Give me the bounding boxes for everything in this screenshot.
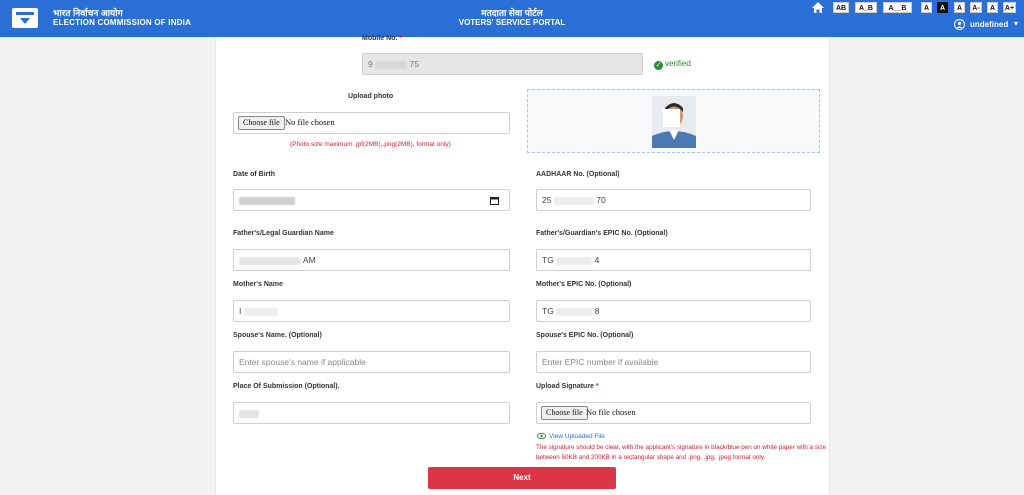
spouse-name-label: Spouse's Name. (Optional) <box>233 332 322 339</box>
mother-name-label: Mother's Name <box>233 281 283 288</box>
aadhaar-label: AADHAAR No. (Optional) <box>536 171 620 178</box>
accessibility-a-contrast[interactable]: A <box>954 2 965 13</box>
photo-choose-file-button[interactable]: Choose file <box>238 116 285 130</box>
place-label: Place Of Submission (Optional). <box>233 383 340 390</box>
photo-file-input[interactable]: Choose file No file chosen <box>233 112 510 134</box>
father-name-label: Father's/Legal Guardian Name <box>233 230 334 237</box>
photo-file-status: No file chosen <box>285 117 335 127</box>
father-name-field[interactable]: AM <box>233 249 510 271</box>
view-uploaded-file-link[interactable]: View Uploaded File <box>537 433 605 440</box>
font-normal[interactable]: A <box>987 2 998 13</box>
aadhaar-field[interactable]: 25 70 <box>536 189 811 211</box>
signature-requirements-note: The signature should be clear, with the … <box>536 444 826 461</box>
spouse-epic-input[interactable]: Enter EPIC number if available <box>536 351 811 373</box>
accessibility-a-dark[interactable]: A <box>937 2 948 13</box>
photo-preview-area <box>527 89 820 153</box>
mother-name-field[interactable]: I <box>233 300 510 322</box>
top-header: भारत निर्वाचन आयोग ELECTION COMMISSION O… <box>0 0 1024 37</box>
user-name[interactable]: undefined <box>970 20 1008 29</box>
dob-field[interactable] <box>233 189 510 211</box>
accessibility-a-b[interactable]: A_B <box>855 2 877 13</box>
portal-title-english: VOTERS' SERVICE PORTAL <box>458 18 566 27</box>
spouse-epic-label: Spouse's EPIC No. (Optional) <box>536 332 634 339</box>
next-button[interactable]: Next <box>428 467 616 489</box>
father-epic-field[interactable]: TG 4 <box>536 249 811 271</box>
calendar-icon[interactable] <box>490 196 499 205</box>
mobile-field: 9 75 <box>362 53 643 75</box>
mother-epic-label: Mother's EPIC No. (Optional) <box>536 281 632 288</box>
upload-signature-label: Upload Signature * <box>536 383 599 390</box>
font-increase[interactable]: A+ <box>1003 2 1016 13</box>
signature-choose-file-button[interactable]: Choose file <box>541 406 588 420</box>
photo-size-hint: (Photo size maximum .jpf(2MB),.png(2MB),… <box>290 141 451 148</box>
upload-photo-label: Upload photo <box>348 93 394 100</box>
verified-status: ✓ verified <box>654 59 691 70</box>
chevron-down-icon[interactable]: ▾ <box>1014 19 1018 28</box>
user-icon[interactable] <box>954 19 965 30</box>
signature-file-status: No file chosen <box>586 407 636 417</box>
place-field[interactable] <box>233 402 510 424</box>
eye-icon <box>537 433 546 439</box>
applicant-photo <box>652 96 696 148</box>
spouse-name-input[interactable]: Enter spouse's name if applicable <box>233 351 510 373</box>
check-circle-icon: ✓ <box>654 61 663 70</box>
home-icon[interactable] <box>811 1 825 14</box>
font-decrease[interactable]: A- <box>970 2 982 13</box>
accessibility-a--b[interactable]: A__B <box>883 2 912 13</box>
mother-epic-field[interactable]: TG 8 <box>536 300 811 322</box>
dob-label: Date of Birth <box>233 171 275 178</box>
signature-file-input[interactable]: Choose file No file chosen <box>536 402 811 424</box>
father-epic-label: Father's/Guardian's EPIC No. (Optional) <box>536 230 668 237</box>
accessibility-a-light[interactable]: A <box>921 2 932 13</box>
accessibility-ab[interactable]: AB <box>833 2 849 13</box>
mobile-label: Mobile No. * <box>362 35 403 42</box>
